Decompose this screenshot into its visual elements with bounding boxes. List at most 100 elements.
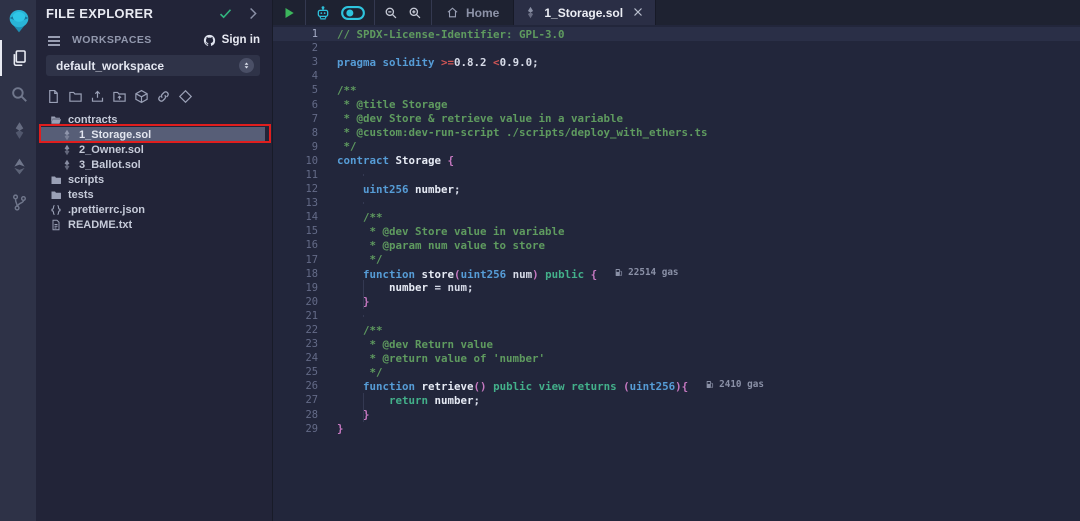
- search-icon: [10, 85, 29, 104]
- code-line: 8 * @custom:dev-run-script ./scripts/dep…: [273, 126, 1080, 140]
- new-folder-icon[interactable]: [68, 89, 83, 104]
- code-line: 17 */: [273, 253, 1080, 267]
- folder-icon: [50, 189, 62, 201]
- solidity-icon: [524, 6, 537, 19]
- line-number: 13: [273, 197, 318, 209]
- code-line: 29}: [273, 422, 1080, 436]
- gas-estimate-badge: 2410 gas: [705, 379, 764, 390]
- line-content: /**: [337, 211, 383, 224]
- workspace-updown-icon[interactable]: [239, 58, 254, 73]
- workspaces-row: WORKSPACES Sign in: [36, 32, 272, 48]
- editor-area: Home1_Storage.sol 1// SPDX-License-Ident…: [273, 0, 1080, 521]
- tree-item-2_Owner.sol[interactable]: 2_Owner.sol: [36, 142, 272, 157]
- code-line: 25 */: [273, 365, 1080, 379]
- ai-toggle[interactable]: [341, 6, 365, 20]
- tab-Home[interactable]: Home: [432, 0, 513, 25]
- activity-file-explorer[interactable]: [0, 40, 36, 76]
- code-line: 10contract Storage {: [273, 154, 1080, 168]
- activity-search[interactable]: [0, 76, 36, 112]
- code-line: 12 uint256 number;: [273, 182, 1080, 196]
- line-content: * @return value of 'number': [337, 352, 545, 365]
- line-number: 5: [273, 84, 318, 96]
- line-number: 10: [273, 155, 318, 167]
- check-icon[interactable]: [218, 6, 233, 21]
- chevron-right-icon[interactable]: [245, 6, 260, 21]
- code-line: 13: [273, 196, 1080, 210]
- tree-item-contracts[interactable]: contracts: [36, 112, 272, 127]
- line-number: 22: [273, 324, 318, 336]
- tree-item-3_Ballot.sol[interactable]: 3_Ballot.sol: [36, 157, 272, 172]
- code-line: 23 * @dev Return value: [273, 337, 1080, 351]
- line-number: 6: [273, 99, 318, 111]
- sign-in-button[interactable]: Sign in: [202, 33, 260, 48]
- line-number: 28: [273, 409, 318, 421]
- line-number: 11: [273, 169, 318, 181]
- tree-item-.prettierrc.json[interactable]: .prettierrc.json: [36, 202, 272, 217]
- file-tree: contracts1_Storage.sol2_Owner.sol3_Ballo…: [36, 112, 272, 232]
- braces-icon: [50, 204, 62, 216]
- line-content: function store(uint256 num) public {2251…: [337, 267, 679, 281]
- file-label: README.txt: [68, 219, 132, 231]
- code-line: 20 }: [273, 295, 1080, 309]
- folder-open-icon: [50, 114, 62, 126]
- line-content: * @title Storage: [337, 98, 448, 111]
- code-line: 2: [273, 41, 1080, 55]
- tab-1_Storage.sol[interactable]: 1_Storage.sol: [513, 0, 656, 25]
- activity-deploy-run[interactable]: [0, 148, 36, 184]
- toolbar-group: [306, 0, 375, 25]
- tree-item-README.txt[interactable]: README.txt: [36, 217, 272, 232]
- tree-item-scripts[interactable]: scripts: [36, 172, 272, 187]
- code-line: 27 return number;: [273, 393, 1080, 407]
- line-content: */: [337, 253, 383, 266]
- zoom-in-button[interactable]: [408, 6, 422, 20]
- code-line: 22 /**: [273, 323, 1080, 337]
- new-file-icon[interactable]: [46, 89, 61, 104]
- activity-solidity-compiler[interactable]: [0, 112, 36, 148]
- code-line: 21: [273, 309, 1080, 323]
- tree-item-tests[interactable]: tests: [36, 187, 272, 202]
- workspaces-menu-icon[interactable]: [46, 33, 62, 47]
- line-content: function retrieve() public view returns …: [337, 379, 764, 393]
- file-label: .prettierrc.json: [68, 204, 145, 216]
- line-number: 15: [273, 225, 318, 237]
- file-label: contracts: [68, 114, 118, 126]
- code-line: 6 * @title Storage: [273, 97, 1080, 111]
- zoom-out-button[interactable]: [384, 6, 398, 20]
- home-icon: [446, 6, 459, 19]
- tab-bar: Home1_Storage.sol: [273, 0, 1080, 25]
- line-number: 9: [273, 141, 318, 153]
- code-line: 1// SPDX-License-Identifier: GPL-3.0: [273, 27, 1080, 41]
- upload-file-icon[interactable]: [90, 89, 105, 104]
- activity-remix-logo[interactable]: [0, 2, 36, 40]
- code-line: 3pragma solidity >=0.8.2 <0.9.0;: [273, 55, 1080, 69]
- solidity-icon: [10, 121, 29, 140]
- line-number: 16: [273, 239, 318, 251]
- upload-folder-icon[interactable]: [112, 89, 127, 104]
- line-number: 19: [273, 282, 318, 294]
- link-icon[interactable]: [156, 89, 171, 104]
- remix-ai-button[interactable]: [315, 5, 331, 21]
- box-icon[interactable]: [134, 89, 149, 104]
- deploy-icon: [10, 157, 29, 176]
- run-button[interactable]: [282, 6, 296, 20]
- gist-icon[interactable]: [178, 89, 193, 104]
- code-line: 18 function store(uint256 num) public {2…: [273, 267, 1080, 281]
- line-content: /**: [337, 324, 383, 337]
- line-content: * @dev Return value: [337, 338, 493, 351]
- line-number: 26: [273, 380, 318, 392]
- robot-icon: [315, 5, 331, 21]
- close-icon[interactable]: [632, 6, 645, 19]
- workspaces-label: WORKSPACES: [72, 34, 202, 46]
- code-editor[interactable]: 1// SPDX-License-Identifier: GPL-3.023pr…: [273, 25, 1080, 521]
- tree-item-1_Storage.sol[interactable]: 1_Storage.sol: [41, 127, 265, 142]
- line-number: 18: [273, 268, 318, 280]
- line-number: 29: [273, 423, 318, 435]
- file-label: scripts: [68, 174, 104, 186]
- solidity-icon: [61, 159, 73, 171]
- workspace-select[interactable]: default_workspace: [46, 55, 260, 76]
- line-number: 24: [273, 352, 318, 364]
- toggle-icon: [341, 6, 365, 20]
- git-icon: [10, 193, 29, 212]
- activity-git[interactable]: [0, 184, 36, 220]
- line-number: 3: [273, 56, 318, 68]
